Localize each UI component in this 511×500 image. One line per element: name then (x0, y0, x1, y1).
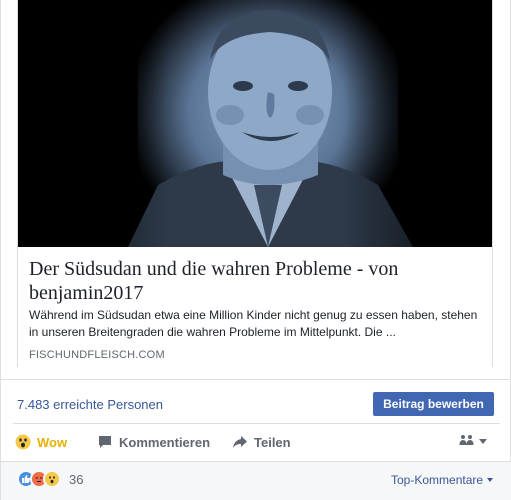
chevron-down-icon (479, 439, 487, 444)
link-description: Während im Südsudan etwa eine Million Ki… (29, 308, 478, 339)
chevron-down-icon (487, 478, 494, 482)
wow-reaction-button[interactable]: Wow (15, 432, 67, 452)
boost-post-button[interactable]: Beitrag bewerben (373, 392, 494, 416)
divider (1, 379, 511, 380)
wow-icon (43, 470, 61, 488)
link-preview-body[interactable]: Der Südsudan und die wahren Probleme - v… (18, 247, 492, 367)
link-preview-card[interactable]: Der Südsudan und die wahren Probleme - v… (17, 0, 493, 367)
reaction-count[interactable]: 36 (69, 472, 83, 487)
share-label: Teilen (254, 434, 291, 450)
wow-label: Wow (37, 434, 68, 450)
comment-label: Kommentieren (119, 434, 211, 450)
share-button[interactable]: Teilen (232, 432, 291, 452)
wow-icon (15, 434, 31, 450)
people-icon (459, 434, 475, 449)
comment-sort-label: Top-Kommentare (391, 473, 484, 487)
comment-button[interactable]: Kommentieren (97, 432, 210, 452)
portrait-image (18, 0, 492, 247)
link-domain: FISCHUNDFLEISCH.COM (29, 349, 165, 361)
link-title[interactable]: Der Südsudan und die wahren Probleme - v… (29, 257, 479, 305)
divider (13, 423, 500, 424)
comment-icon (97, 434, 113, 450)
feed-post: Der Südsudan und die wahren Probleme - v… (0, 0, 511, 500)
link-preview-image[interactable] (18, 0, 492, 247)
share-icon (232, 434, 248, 450)
comment-sort-dropdown[interactable]: Top-Kommentare (391, 473, 494, 487)
reach-link[interactable]: 7.483 erreichte Personen (17, 397, 163, 412)
reaction-icons[interactable] (17, 470, 61, 488)
reaction-selector-dropdown[interactable] (459, 434, 487, 449)
reactions-summary-bar: 36 Top-Kommentare (1, 461, 511, 500)
